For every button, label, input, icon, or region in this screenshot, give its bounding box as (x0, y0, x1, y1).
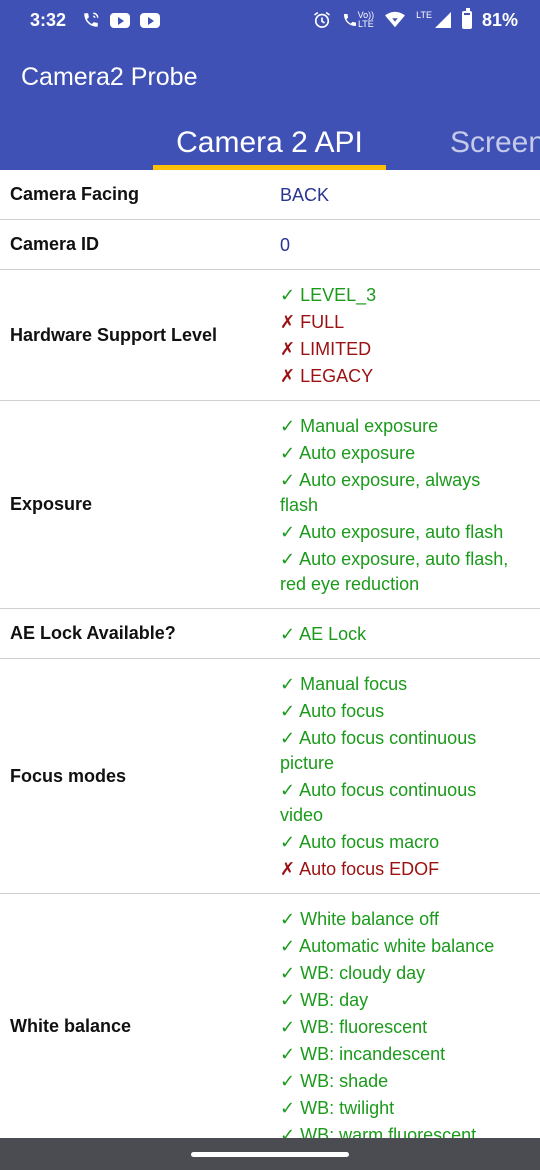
wifi-hotspot-icon (384, 11, 406, 29)
supported-value: ✓ WB: incandescent (280, 1044, 446, 1064)
table-row: Focus modes ✓ Manual focus ✓ Auto focus ✓ A… (0, 659, 540, 894)
row-label: Camera Facing (10, 184, 140, 204)
volte-label: Vo)) LTE (357, 10, 375, 29)
unsupported-value: ✗ Auto focus EDOF (280, 859, 440, 879)
table-row: White balance ✓ White balance off ✓ Automa… (0, 894, 540, 1138)
row-values: 0 (280, 220, 540, 269)
row-label: White balance (10, 1016, 132, 1036)
phone-call-icon (82, 11, 100, 29)
youtube-icon (110, 12, 131, 28)
supported-value: ✓ Manual exposure (280, 416, 439, 436)
navigation-bar (0, 1138, 540, 1170)
status-left: 3:32 (30, 9, 161, 31)
supported-value: ✓ WB: cloudy day (280, 963, 426, 983)
row-values: ✓ White balance off ✓ Automatic white bal… (280, 894, 540, 1138)
supported-value: ✓ Auto exposure, auto flash (280, 522, 504, 542)
supported-value: ✓ Manual focus (280, 674, 408, 694)
row-label: Focus modes (10, 765, 127, 786)
supported-value: ✓ Auto exposure, always flash (280, 470, 481, 515)
youtube-icon (140, 12, 161, 28)
status-time: 3:32 (30, 9, 67, 30)
supported-value: ✓ WB: day (280, 990, 369, 1010)
app-bar: Camera2 Probe (0, 40, 540, 115)
row-values: BACK (280, 170, 540, 219)
tab-camera2-api[interactable]: Camera 2 API (153, 115, 386, 170)
table-row: AE Lock Available? ✓ AE Lock (0, 609, 540, 659)
row-label: AE Lock Available? (10, 623, 176, 643)
supported-value: ✓ Auto focus macro (280, 832, 440, 852)
supported-value: ✓ Auto focus continuous video (280, 780, 477, 825)
lte-label: LTE (416, 10, 432, 20)
row-label: Exposure (10, 494, 93, 514)
table-row: Hardware Support Level ✓ LEVEL_3 ✗ FULL ✗ L… (0, 270, 540, 401)
app-title: Camera2 Probe (21, 63, 198, 91)
tab-screen[interactable]: Screen (450, 115, 540, 170)
unsupported-value: ✗ FULL (280, 312, 345, 332)
battery-percent: 81% (481, 9, 518, 30)
supported-value: ✓ WB: warm fluorescent (280, 1125, 477, 1138)
supported-value: ✓ Auto focus continuous picture (280, 728, 477, 773)
supported-value: ✓ White balance off (280, 909, 439, 929)
table-row: Camera ID 0 (0, 220, 540, 270)
supported-value: ✓ Auto exposure, auto flash, red eye red… (280, 549, 509, 594)
row-values: ✓ LEVEL_3 ✗ FULL ✗ LIMITED ✗ LEGACY (280, 270, 540, 400)
supported-value: ✓ AE Lock (280, 624, 367, 644)
supported-value: ✓ Auto focus (280, 701, 385, 721)
supported-value: ✓ Automatic white balance (280, 936, 495, 956)
volte-call-icon: Vo)) LTE (342, 10, 375, 29)
row-value: 0 (280, 235, 291, 255)
row-values: ✓ AE Lock (280, 609, 540, 658)
supported-value: ✓ LEVEL_3 (280, 285, 377, 305)
properties-table[interactable]: Camera Facing BACK Camera ID 0 Hardware Supp… (0, 170, 540, 1138)
status-bar: 3:32 Vo)) LTE LTE 81% (0, 0, 540, 40)
table-row: Camera Facing BACK (0, 170, 540, 220)
home-gesture-handle[interactable] (191, 1152, 349, 1157)
supported-value: ✓ WB: fluorescent (280, 1017, 428, 1037)
supported-value: ✓ Auto exposure (280, 443, 416, 463)
unsupported-value: ✗ LIMITED (280, 339, 372, 359)
status-right: Vo)) LTE LTE 81% (312, 8, 518, 31)
supported-value: ✓ WB: shade (280, 1071, 389, 1091)
row-value: BACK (280, 185, 330, 205)
row-label: Camera ID (10, 234, 100, 254)
unsupported-value: ✗ LEGACY (280, 366, 374, 386)
battery-icon (461, 8, 472, 29)
tab-bar: Camera 2 API Screen (0, 115, 540, 170)
table-row: Exposure ✓ Manual exposure ✓ Auto exposure… (0, 401, 540, 609)
row-label: Hardware Support Level (10, 324, 218, 345)
supported-value: ✓ WB: twilight (280, 1098, 395, 1118)
signal-icon: LTE (416, 11, 452, 29)
row-values: ✓ Manual focus ✓ Auto focus ✓ Auto focus c… (280, 659, 540, 893)
row-values: ✓ Manual exposure ✓ Auto exposure ✓ Auto e… (280, 401, 540, 608)
alarm-icon (312, 10, 332, 30)
